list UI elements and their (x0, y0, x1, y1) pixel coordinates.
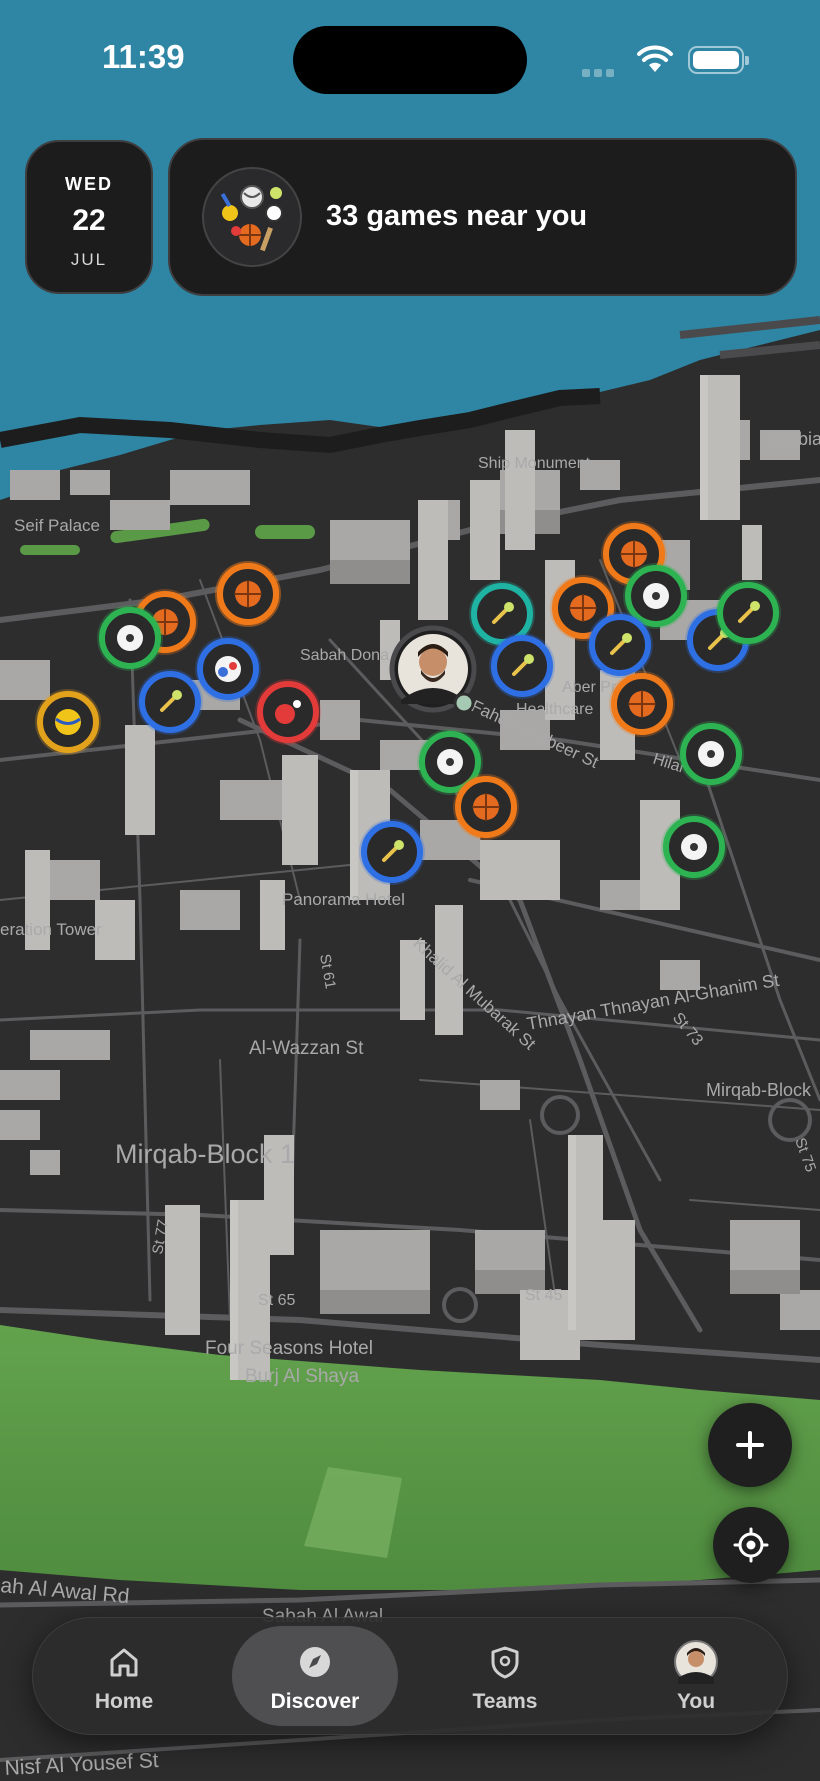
map-label: Burj Al Shaya (245, 1366, 359, 1387)
games-near-you-card[interactable]: 33 games near you (168, 138, 797, 296)
game-pin-tennis[interactable] (489, 633, 555, 699)
basketball-icon (620, 540, 648, 568)
crosshair-icon (733, 1527, 769, 1563)
map-label: Four Seasons Hotel (205, 1338, 373, 1359)
game-pin-soccer[interactable] (678, 721, 744, 787)
add-game-button[interactable] (708, 1403, 792, 1487)
date-day: 22 (72, 204, 106, 237)
game-pin-multi-sport[interactable] (195, 636, 261, 702)
compass-icon (300, 1647, 330, 1677)
shield-icon (491, 1646, 519, 1679)
battery-icon (688, 46, 749, 74)
game-pin-tennis[interactable] (137, 669, 203, 735)
recenter-location-button[interactable] (713, 1507, 789, 1583)
tab-bar: Home Discover Teams You (32, 1617, 788, 1735)
game-pin-tennis[interactable] (359, 819, 425, 885)
soccer-icon (643, 583, 669, 609)
game-pin-tennis[interactable] (587, 612, 653, 678)
basketball-icon (472, 793, 500, 821)
game-pin-basketball[interactable] (609, 671, 675, 737)
soccer-icon (117, 625, 143, 651)
multi-sport-icon (215, 656, 241, 682)
tab-discover-label: Discover (270, 1690, 360, 1713)
game-pin-soccer[interactable] (97, 605, 163, 671)
cellular-signal-icon (582, 64, 626, 77)
map-label: Al-Wazzan St (249, 1038, 364, 1059)
volleyball-icon (55, 709, 81, 735)
game-pin-table-tennis[interactable] (255, 679, 321, 745)
date-weekday: WED (65, 174, 113, 194)
map-label: eration Tower (0, 920, 102, 939)
dynamic-island (293, 26, 527, 94)
green-strip (255, 525, 315, 539)
games-near-you-title: 33 games near you (326, 200, 588, 232)
game-pin-basketball[interactable] (453, 774, 519, 840)
map-label: Mirqab-Block 1 (115, 1139, 295, 1169)
map-label: Seif Palace (14, 516, 100, 535)
tab-teams[interactable]: Teams (422, 1626, 588, 1726)
map-label: Sabah Dona (300, 647, 389, 664)
game-pin-soccer[interactable] (661, 814, 727, 880)
basketball-icon (234, 580, 262, 608)
map-label: St 65 (258, 1292, 295, 1309)
house-icon (110, 1648, 138, 1677)
wifi-icon (637, 45, 673, 72)
status-bar: 11:39 (0, 0, 820, 120)
basketball-icon (569, 594, 597, 622)
game-pin-basketball[interactable] (215, 561, 281, 627)
user-location-pin[interactable] (389, 625, 477, 714)
tab-home-label: Home (94, 1690, 154, 1713)
profile-avatar-icon (674, 1640, 718, 1684)
date-picker-card[interactable]: WED 22 JUL (25, 140, 153, 294)
tab-teams-label: Teams (472, 1690, 538, 1713)
green-strip (20, 545, 80, 555)
sports-collage-icon (202, 167, 302, 267)
soccer-icon (698, 741, 724, 767)
soccer-icon (437, 749, 463, 775)
map-label: Arabia (770, 429, 820, 449)
soccer-icon (681, 834, 707, 860)
plus-icon (736, 1431, 764, 1459)
game-pin-tennis[interactable] (715, 580, 781, 646)
tab-home[interactable]: Home (41, 1626, 207, 1726)
map-label: Aber Pr (562, 679, 617, 696)
map-label: Ship Monument (478, 455, 591, 472)
tab-you-label: You (676, 1690, 716, 1713)
map-label: Panorama Hotel (282, 890, 405, 909)
map-label: Healthcare (516, 701, 593, 718)
date-month: JUL (70, 250, 108, 269)
basketball-icon (628, 690, 656, 718)
tab-discover[interactable]: Discover (232, 1626, 398, 1726)
tab-you[interactable]: You (613, 1626, 779, 1726)
user-avatar-icon (398, 634, 468, 704)
map-label: St 45 (525, 1287, 562, 1304)
map-label: Mirqab-Block (706, 1080, 812, 1100)
status-time: 11:39 (102, 38, 185, 75)
game-pin-volleyball[interactable] (35, 689, 101, 755)
